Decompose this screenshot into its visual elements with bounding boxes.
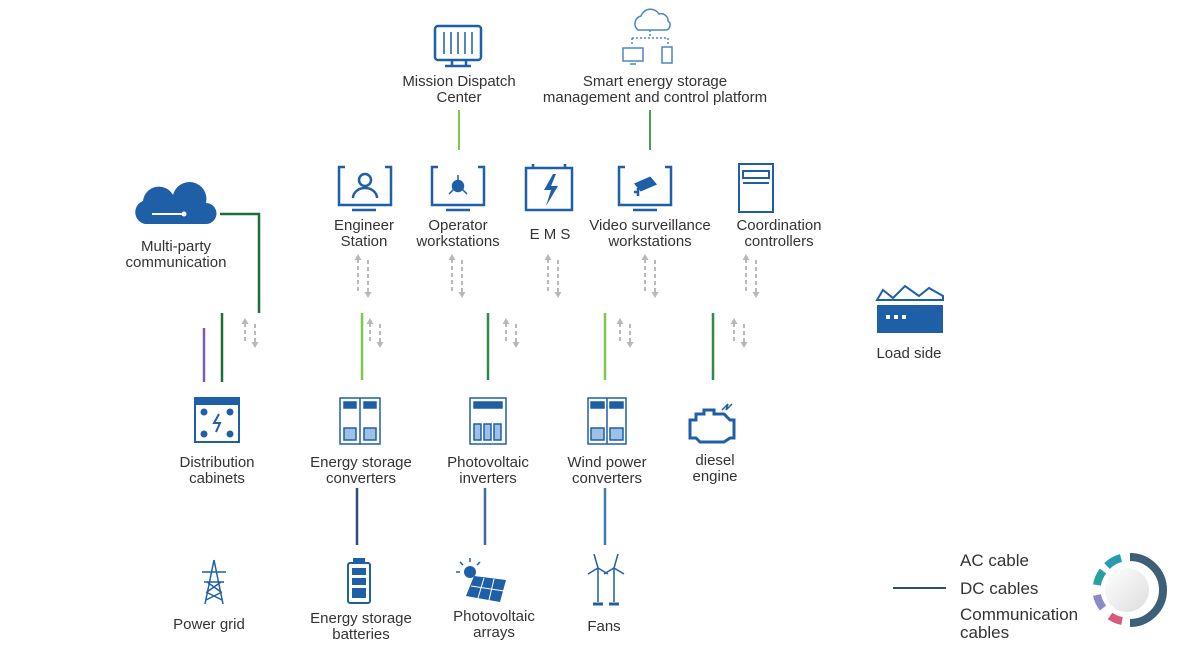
legend-lines — [893, 559, 946, 615]
power-grid-label: Power grid — [173, 616, 245, 633]
video-surveillance-label: Video surveillance workstations — [589, 217, 711, 250]
legend-dc-label: DC cables — [960, 579, 1039, 598]
data-flow-arrow — [502, 318, 520, 348]
wind-power-converters-label: Wind power converters — [567, 454, 647, 487]
data-flow-arrow — [641, 254, 659, 298]
legend-communication-label: Communication cables — [960, 605, 1079, 642]
fans-label: Fans — [587, 618, 621, 635]
photovoltaic-arrays-label: Photovoltaic arrays — [453, 608, 535, 641]
coordination-controllers-label: Coordination controllers — [736, 217, 822, 250]
engineer-station-label: Engineer Station — [333, 217, 395, 250]
energy-storage-converters-label: Energy storage converters — [310, 454, 412, 487]
camera-monitor-icon — [617, 165, 673, 212]
battery-icon — [347, 558, 371, 604]
data-flow-arrow — [742, 254, 760, 298]
control-panel-monitor-icon — [433, 24, 483, 68]
solar-panel-icon — [456, 558, 506, 602]
energy-system-diagram: Mission Dispatch Center Smart energy sto… — [0, 0, 1200, 650]
diesel-engine-label: diesel engine — [692, 452, 738, 485]
ems-label: E M S — [529, 226, 571, 243]
wind-turbine-icon — [587, 553, 625, 606]
photovoltaic-inverters-label: Photovoltaic inverters — [447, 454, 529, 487]
cloud-devices-icon — [622, 8, 673, 65]
multi-party-label: Multi-party communication — [125, 238, 227, 271]
cabinet-icon — [738, 163, 774, 213]
data-flow-arrow — [366, 318, 384, 348]
distribution-cabinet-icon — [194, 397, 240, 443]
user-monitor-icon — [337, 165, 393, 212]
data-flow-arrows — [241, 254, 760, 348]
inverter-icon — [469, 397, 507, 445]
mission-dispatch-label: Mission Dispatch Center — [402, 73, 516, 106]
source-links — [213, 487, 607, 545]
donut-logo — [1093, 553, 1167, 627]
distribution-cabinets-label: Distribution cabinets — [179, 454, 255, 487]
data-flow-arrow — [354, 254, 372, 298]
data-flow-arrow — [448, 254, 466, 298]
data-flow-arrow — [241, 318, 259, 348]
load-side-label: Load side — [876, 345, 942, 362]
energy-storage-batteries-label: Energy storage batteries — [310, 610, 412, 643]
data-flow-arrow — [730, 318, 748, 348]
data-flow-arrow — [616, 318, 634, 348]
legend-ac-label: AC cable — [960, 551, 1029, 570]
engine-icon — [688, 403, 736, 444]
battery-bolt-icon — [524, 164, 574, 212]
network-monitor-icon — [430, 165, 486, 212]
top-communication-bus — [338, 110, 768, 150]
factory-icon — [875, 284, 944, 333]
wind-converter-icon — [587, 397, 627, 445]
device-drops — [202, 313, 715, 382]
cloud-icon — [135, 182, 217, 224]
power-tower-icon — [202, 559, 226, 605]
data-flow-arrow — [544, 254, 562, 298]
converter-icon — [339, 397, 381, 445]
platform-label: Smart energy storage management and cont… — [542, 73, 768, 106]
operator-workstations-label: Operator workstations — [416, 217, 500, 250]
